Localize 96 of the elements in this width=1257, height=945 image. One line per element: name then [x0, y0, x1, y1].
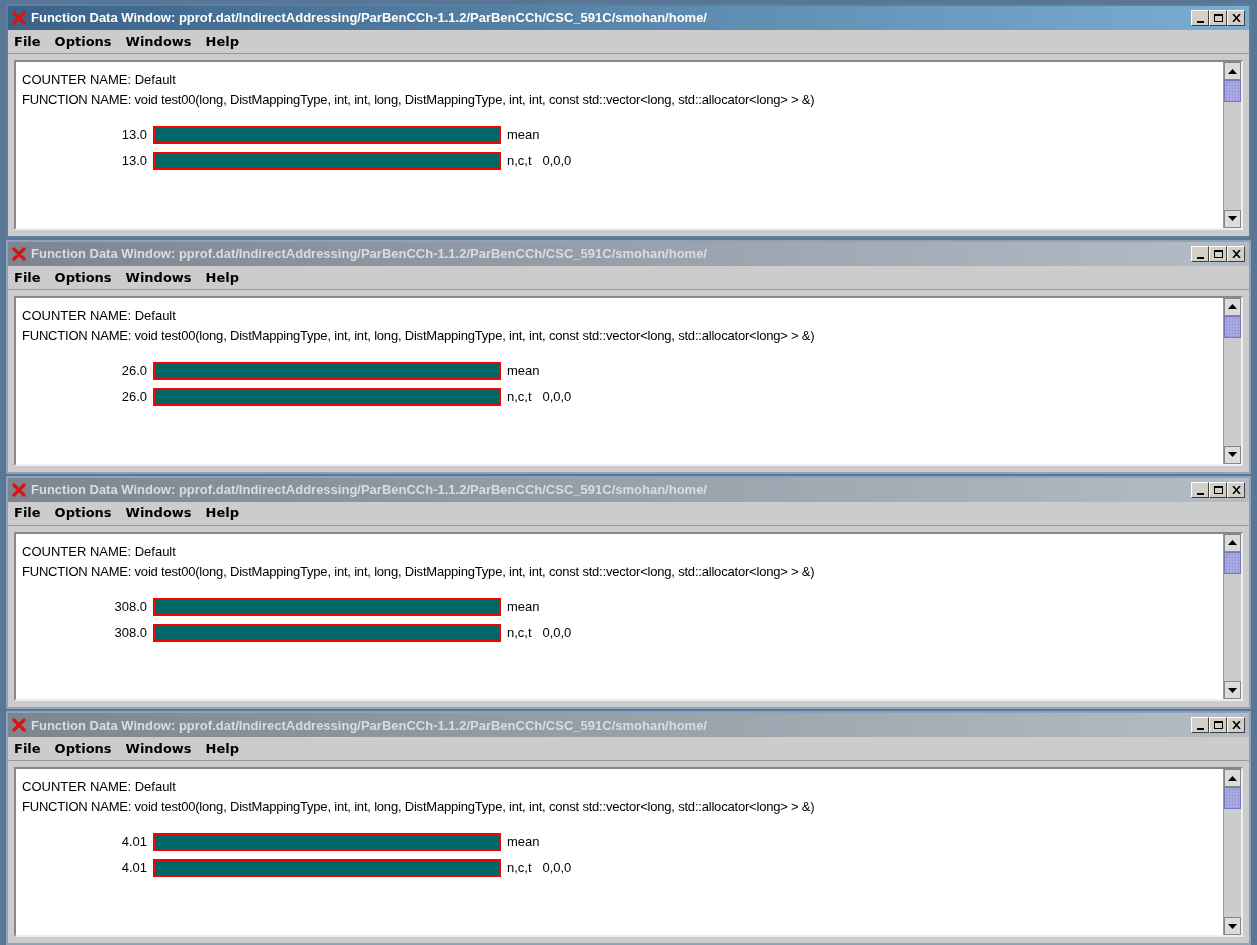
menu-item[interactable]: File [14, 503, 41, 523]
row-label: mean [507, 362, 540, 379]
maximize-icon [1213, 14, 1223, 22]
menu-item[interactable]: Windows [125, 503, 192, 523]
scroll-down-button[interactable] [1224, 445, 1241, 464]
close-button[interactable] [1227, 10, 1245, 26]
menu-item[interactable]: Windows [125, 267, 192, 287]
row-label: mean [507, 598, 540, 615]
menu-item[interactable]: Help [205, 31, 240, 52]
menu-item[interactable]: Options [54, 31, 112, 52]
scroll-up-button[interactable] [1224, 62, 1241, 80]
close-button[interactable] [1227, 481, 1245, 498]
close-button[interactable] [1227, 245, 1245, 262]
maximize-button[interactable] [1209, 717, 1227, 734]
scroll-up-button[interactable] [1224, 769, 1241, 788]
menu-item[interactable]: File [14, 267, 41, 287]
menu-item[interactable]: Options [54, 267, 112, 287]
minimize-icon [1196, 256, 1204, 259]
close-icon [1231, 14, 1241, 22]
row-label: mean [507, 127, 540, 143]
row-label: n,c,t 0,0,0 [507, 624, 572, 641]
menu-item[interactable]: Help [205, 267, 240, 287]
minimize-icon [1196, 728, 1204, 731]
close-icon [1231, 485, 1241, 494]
function-name-text: FUNCTION NAME: void test00(long, DistMappingType, int, int, long, DistMappingType, int, int, const std::vector<long, std::allocator<long> > &) [22, 798, 816, 817]
down-arrow-icon [1228, 452, 1237, 457]
scroll-up-button[interactable] [1224, 297, 1241, 316]
menu-item[interactable]: Help [205, 503, 240, 523]
function-name-text: FUNCTION NAME: void test00(long, DistMappingType, int, int, long, DistMappingType, int, int, const std::vector<long, std::allocator<long> > &) [22, 562, 816, 581]
row-label: n,c,t 0,0,0 [507, 153, 572, 169]
minimize-icon [1196, 21, 1204, 23]
row-label: n,c,t 0,0,0 [507, 388, 572, 405]
scroll-thumb[interactable] [1224, 80, 1241, 102]
up-arrow-icon [1228, 68, 1237, 74]
row-label: n,c,t 0,0,0 [507, 860, 572, 877]
x-icon [12, 718, 26, 733]
function-name-text: FUNCTION NAME: void test00(long, DistMappingType, int, int, long, DistMappingType, int, int, const std::vector<long, std::allocator<long> > &) [22, 326, 816, 345]
minimize-button[interactable] [1191, 481, 1209, 498]
value-label: 26.0 [120, 388, 147, 405]
maximize-button[interactable] [1209, 10, 1227, 26]
menu-item[interactable]: Options [54, 503, 112, 523]
scroll-up-button[interactable] [1224, 533, 1241, 552]
menu-item[interactable]: Windows [125, 739, 192, 759]
counter-name-text: COUNTER NAME: Default [22, 542, 177, 561]
window-title: Function Data Window: pprof.dat/IndirectAddressing/ParBenCCh-1.1.2/ParBenCCh/CSC_591C/smohan/home/ [31, 480, 707, 499]
scroll-thumb[interactable] [1224, 315, 1241, 338]
maximize-button[interactable] [1209, 245, 1227, 262]
vertical-scrollbar[interactable] [1223, 769, 1241, 935]
menu-item[interactable]: File [14, 739, 41, 759]
scroll-down-button[interactable] [1224, 917, 1241, 935]
function-name-text: FUNCTION NAME: void test00(long, DistMappingType, int, int, long, DistMappingType, int, int, const std::vector<long, std::allocator<long> > &) [22, 91, 816, 109]
maximize-icon [1213, 249, 1223, 258]
up-arrow-icon [1228, 540, 1237, 545]
scroll-down-button[interactable] [1224, 209, 1241, 228]
minimize-button[interactable] [1191, 10, 1209, 26]
vertical-scrollbar[interactable] [1223, 297, 1241, 464]
maximize-icon [1213, 721, 1223, 730]
menu-item[interactable]: Help [205, 739, 240, 759]
row-label: mean [507, 834, 540, 851]
x-icon [12, 482, 26, 497]
counter-name-text: COUNTER NAME: Default [22, 778, 177, 797]
menu-item[interactable]: File [14, 31, 41, 52]
scroll-thumb[interactable] [1224, 551, 1241, 574]
close-button[interactable] [1227, 717, 1245, 734]
value-label: 13.0 [120, 127, 147, 143]
menu-item[interactable]: Options [54, 739, 112, 759]
minimize-button[interactable] [1191, 717, 1209, 734]
x-icon [12, 246, 26, 261]
value-label: 308.0 [113, 624, 147, 641]
down-arrow-icon [1228, 216, 1237, 222]
window-title: Function Data Window: pprof.dat/IndirectAddressing/ParBenCCh-1.1.2/ParBenCCh/CSC_591C/smohan/home/ [31, 9, 707, 28]
value-label: 26.0 [120, 362, 147, 379]
value-label: 13.0 [120, 153, 147, 169]
minimize-icon [1196, 492, 1204, 495]
maximize-button[interactable] [1209, 481, 1227, 498]
scroll-thumb[interactable] [1224, 787, 1241, 810]
menu-item[interactable]: Windows [125, 31, 192, 52]
value-label: 4.01 [120, 834, 147, 851]
up-arrow-icon [1228, 775, 1237, 781]
down-arrow-icon [1228, 687, 1237, 693]
maximize-icon [1213, 485, 1223, 494]
window-title: Function Data Window: pprof.dat/IndirectAddressing/ParBenCCh-1.1.2/ParBenCCh/CSC_591C/smohan/home/ [31, 245, 707, 263]
close-icon [1231, 249, 1241, 258]
down-arrow-icon [1228, 923, 1237, 929]
scroll-down-button[interactable] [1224, 681, 1241, 700]
window-title: Function Data Window: pprof.dat/IndirectAddressing/ParBenCCh-1.1.2/ParBenCCh/CSC_591C/smohan/home/ [31, 716, 707, 735]
close-icon [1231, 721, 1241, 730]
x-icon [12, 11, 26, 25]
vertical-scrollbar[interactable] [1223, 533, 1241, 700]
vertical-scrollbar[interactable] [1223, 62, 1241, 228]
counter-name-text: COUNTER NAME: Default [22, 306, 177, 325]
minimize-button[interactable] [1191, 245, 1209, 262]
counter-name-text: COUNTER NAME: Default [22, 71, 177, 89]
value-label: 308.0 [113, 598, 147, 615]
value-label: 4.01 [120, 860, 147, 877]
up-arrow-icon [1228, 304, 1237, 310]
